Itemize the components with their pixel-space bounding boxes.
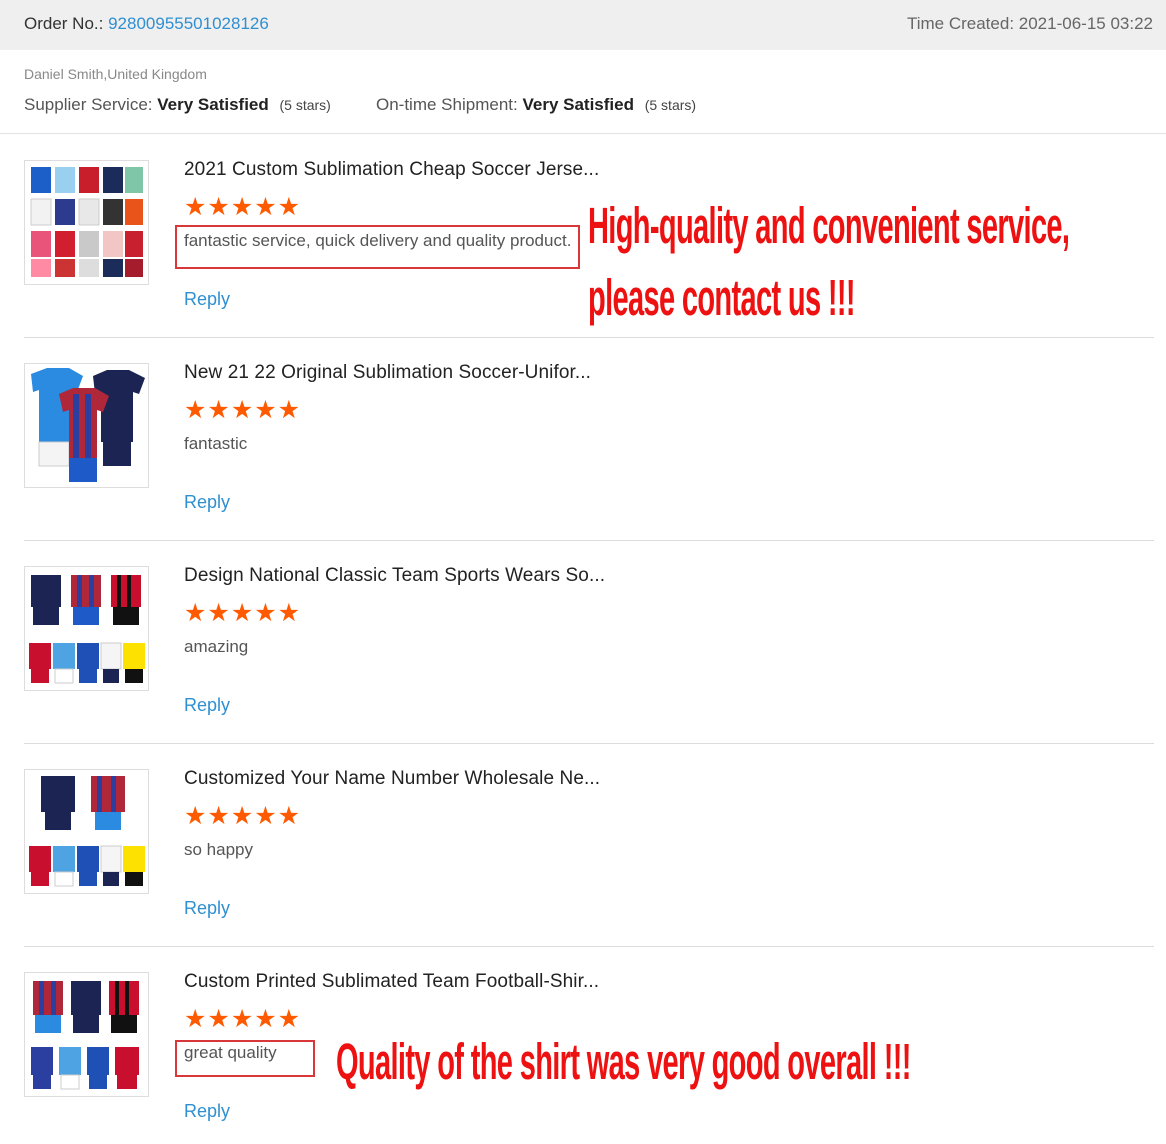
product-title[interactable]: 2021 Custom Sublimation Cheap Soccer Jer… — [184, 159, 599, 181]
product-thumbnail[interactable] — [24, 160, 149, 285]
star-rating: ★★★★★ — [184, 396, 302, 424]
time-created: Time Created: 2021-06-15 03:22 — [906, 14, 1153, 33]
supplier-service-label: Supplier Service: — [24, 95, 153, 114]
review-comment: fantastic — [184, 434, 248, 453]
reply-link[interactable]: Reply — [184, 695, 230, 716]
order-label: Order No.: — [24, 14, 104, 33]
shipment-rating: On-time Shipment: Very Satisfied (5 star… — [376, 95, 696, 115]
supplier-service-rating: Supplier Service: Very Satisfied (5 star… — [24, 95, 331, 115]
order-number: Order No.: 92800955501028126 — [24, 14, 269, 34]
reply-link[interactable]: Reply — [184, 1101, 230, 1122]
product-thumbnail[interactable] — [24, 769, 149, 894]
product-title[interactable]: Customized Your Name Number Wholesale Ne… — [184, 768, 600, 790]
shipment-label: On-time Shipment: — [376, 95, 518, 114]
customer-name: Daniel Smith,United Kingdom — [24, 66, 207, 82]
order-header: Order No.: 92800955501028126 Time Create… — [0, 0, 1166, 50]
header-divider — [0, 133, 1166, 134]
product-title[interactable]: Design National Classic Team Sports Wear… — [184, 565, 605, 587]
product-title[interactable]: New 21 22 Original Sublimation Soccer-Un… — [184, 362, 591, 384]
review-item: New 21 22 Original Sublimation Soccer-Un… — [0, 338, 1166, 541]
supplier-service-value: Very Satisfied — [157, 95, 269, 114]
review-comment: amazing — [184, 637, 249, 656]
review-item: Design National Classic Team Sports Wear… — [0, 541, 1166, 744]
promo-line-2: please contact us !!! — [588, 270, 856, 327]
promo-line-1: High-quality and convenient service, — [588, 198, 1070, 255]
promo-line-3: Quality of the shirt was very good overa… — [336, 1034, 911, 1091]
reply-link[interactable]: Reply — [184, 289, 230, 310]
order-number-link[interactable]: 92800955501028126 — [108, 14, 269, 33]
star-rating: ★★★★★ — [184, 599, 302, 627]
review-item: Customized Your Name Number Wholesale Ne… — [0, 744, 1166, 947]
star-rating: ★★★★★ — [184, 193, 302, 221]
product-thumbnail[interactable] — [24, 972, 149, 1097]
star-rating: ★★★★★ — [184, 1005, 302, 1033]
product-thumbnail[interactable] — [24, 363, 149, 488]
reply-link[interactable]: Reply — [184, 492, 230, 513]
shipment-value: Very Satisfied — [522, 95, 634, 114]
product-title[interactable]: Custom Printed Sublimated Team Football-… — [184, 971, 599, 993]
reply-link[interactable]: Reply — [184, 898, 230, 919]
review-comment: so happy — [184, 840, 253, 859]
shipment-stars: (5 stars) — [644, 97, 697, 113]
supplier-service-stars: (5 stars) — [279, 97, 331, 113]
highlight-box — [175, 1040, 315, 1077]
product-thumbnail[interactable] — [24, 566, 149, 691]
star-rating: ★★★★★ — [184, 802, 302, 830]
highlight-box — [175, 225, 580, 269]
